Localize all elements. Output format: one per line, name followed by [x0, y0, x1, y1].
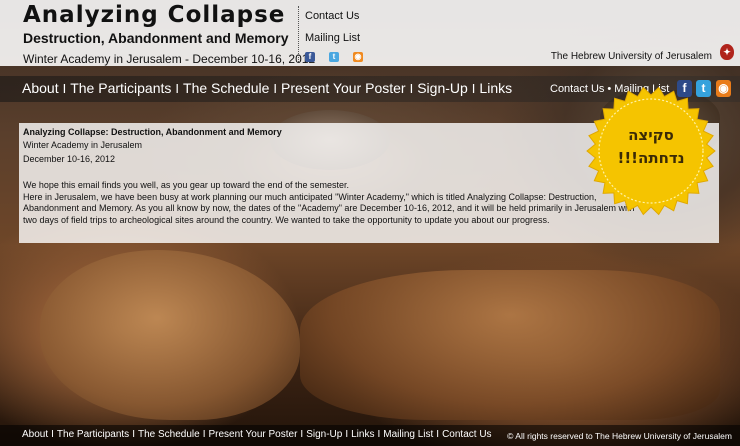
rejected-stamp-badge: סקיצה נדחתה!!!: [586, 86, 716, 216]
header-divider: [298, 6, 299, 62]
footer-mailing-list[interactable]: Mailing List: [383, 429, 433, 440]
footer-present-poster[interactable]: Present Your Poster: [208, 429, 297, 440]
facebook-icon[interactable]: f: [305, 52, 315, 62]
rss-icon[interactable]: ◉: [716, 80, 731, 97]
university-name[interactable]: The Hebrew University of Jerusalem: [551, 51, 712, 62]
event-dates: Winter Academy in Jerusalem - December 1…: [23, 52, 316, 66]
footer-separator: I: [345, 429, 349, 440]
footer: About I The Participants I The Schedule …: [0, 425, 740, 446]
nav-present-poster[interactable]: Present Your Poster: [281, 80, 406, 96]
site-subtitle: Destruction, Abandonment and Memory: [23, 30, 289, 46]
badge-line1: סקיצה: [628, 126, 674, 144]
twitter-icon[interactable]: t: [329, 52, 339, 62]
footer-participants[interactable]: The Participants: [57, 429, 129, 440]
statue-head-shape: [40, 250, 300, 420]
content-body: We hope this email finds you well, as yo…: [23, 180, 635, 225]
copyright-text: © All rights reserved to The Hebrew Univ…: [507, 431, 732, 441]
nav-separator: I: [273, 80, 278, 96]
nav-links[interactable]: Links: [479, 80, 512, 96]
footer-sign-up[interactable]: Sign-Up: [306, 429, 342, 440]
footer-separator: I: [300, 429, 304, 440]
university-logo-icon[interactable]: ✦: [720, 44, 734, 60]
nav-separator: I: [175, 80, 180, 96]
content-subtitle: Winter Academy in Jerusalem: [23, 140, 143, 150]
nav-sign-up[interactable]: Sign-Up: [417, 80, 468, 96]
footer-nav: About I The Participants I The Schedule …: [22, 429, 492, 440]
site-title[interactable]: Analyzing Collapse: [23, 2, 285, 28]
content-dates: December 10-16, 2012: [23, 154, 116, 164]
badge-line2: נדחתה!!!: [617, 149, 685, 167]
header-social-icons: f t ◉: [305, 52, 363, 62]
footer-separator: I: [436, 429, 440, 440]
footer-separator: I: [377, 429, 381, 440]
site-header: Analyzing Collapse Destruction, Abandonm…: [0, 0, 740, 66]
main-nav-items: About I The Participants I The Schedule …: [22, 80, 512, 96]
footer-schedule[interactable]: The Schedule: [138, 429, 200, 440]
footer-links[interactable]: Links: [351, 429, 374, 440]
nav-separator: I: [409, 80, 414, 96]
statue-body-shape: [300, 270, 720, 420]
nav-schedule[interactable]: The Schedule: [183, 80, 269, 96]
footer-separator: I: [132, 429, 135, 440]
footer-about[interactable]: About: [22, 429, 48, 440]
footer-separator: I: [202, 429, 206, 440]
rss-icon[interactable]: ◉: [353, 52, 363, 62]
nav-participants[interactable]: The Participants: [70, 80, 171, 96]
footer-contact[interactable]: Contact Us: [442, 429, 491, 440]
badge-text: סקיצה נדחתה!!!: [586, 124, 716, 170]
nav-about[interactable]: About: [22, 80, 59, 96]
header-mailing-list-link[interactable]: Mailing List: [305, 32, 360, 44]
header-contact-link[interactable]: Contact Us: [305, 10, 359, 22]
nav-separator: I: [471, 80, 476, 96]
footer-separator: I: [51, 429, 54, 440]
nav-separator: I: [62, 80, 67, 96]
content-title: Analyzing Collapse: Destruction, Abandon…: [23, 127, 282, 137]
